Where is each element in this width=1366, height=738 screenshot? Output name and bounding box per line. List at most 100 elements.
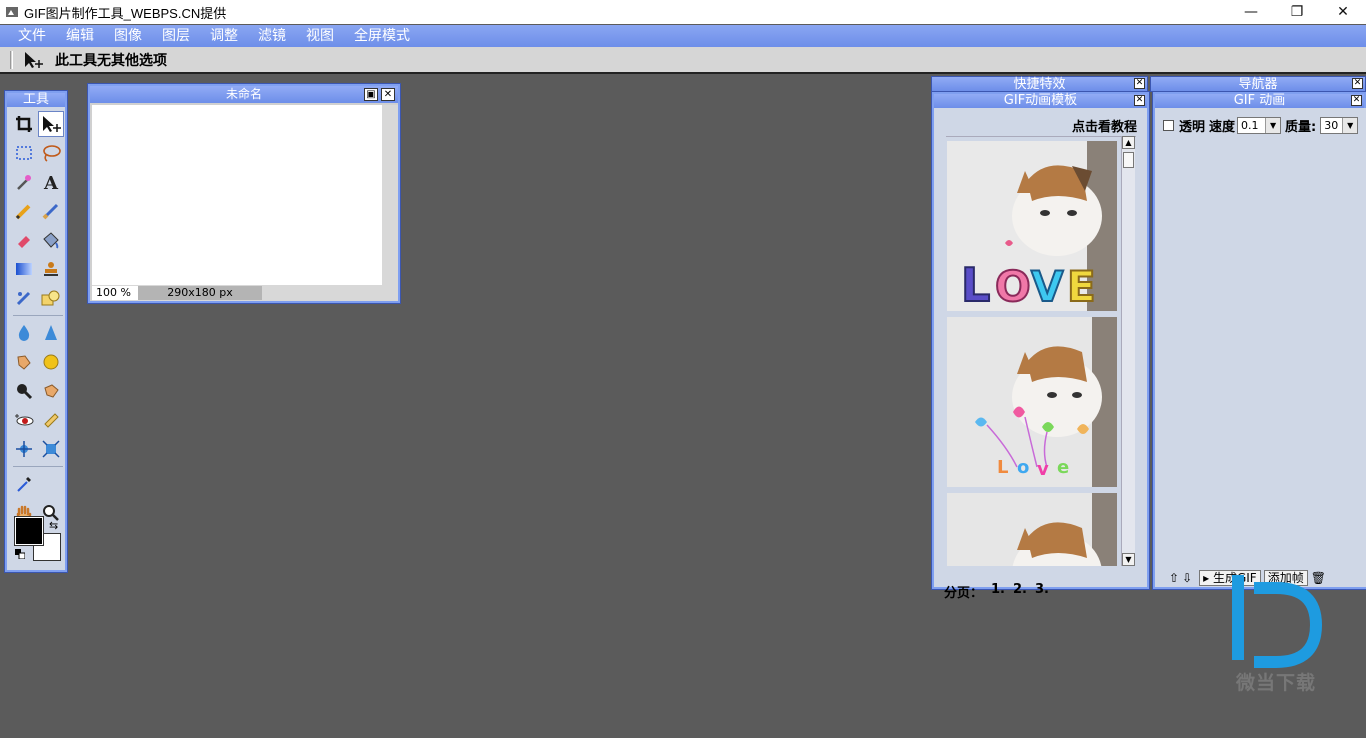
tools-separator bbox=[13, 315, 63, 316]
template-list: L O V E L o v e bbox=[946, 136, 1136, 566]
document-scrollbar[interactable] bbox=[382, 105, 398, 285]
menu-view[interactable]: 视图 bbox=[296, 25, 344, 47]
window-titlebar: GIF图片制作工具_WEBPS.CN提供 — ❐ ✕ bbox=[0, 0, 1366, 24]
tutorial-link[interactable]: 点击看教程 bbox=[1072, 116, 1137, 135]
svg-text:O: O bbox=[995, 262, 1031, 311]
scroll-down-button[interactable]: ▼ bbox=[1122, 553, 1135, 566]
menu-file[interactable]: 文件 bbox=[8, 25, 56, 47]
page-link-1[interactable]: 1. bbox=[991, 582, 1005, 601]
move-tool-icon bbox=[23, 50, 45, 70]
tools-panel-title: 工具 bbox=[7, 93, 65, 107]
gif-animation-body: 透明 速度 0.1 ▼ 质量: 30 ▼ ⇧ ⇩ ▸ 生成GIF 添加帧 🗑 bbox=[1155, 108, 1366, 587]
close-templates-panel-button[interactable]: ✕ bbox=[1134, 95, 1145, 106]
move-frame-down-icon[interactable]: ⇩ bbox=[1182, 571, 1192, 585]
close-button[interactable]: ✕ bbox=[1320, 0, 1366, 24]
pencil-tool-icon[interactable] bbox=[11, 198, 37, 224]
text-tool-icon[interactable]: A bbox=[38, 169, 64, 195]
foreground-color-swatch[interactable] bbox=[15, 517, 43, 545]
canvas-dimensions: 290x180 px bbox=[138, 286, 262, 300]
navigator-panel-header[interactable]: 导航器 ✕ bbox=[1150, 76, 1366, 92]
minimize-button[interactable]: — bbox=[1228, 0, 1274, 24]
svg-text:A: A bbox=[43, 173, 59, 191]
quality-value: 30 bbox=[1324, 119, 1339, 132]
menu-fullscreen[interactable]: 全屏模式 bbox=[344, 25, 420, 47]
close-document-button[interactable]: ✕ bbox=[381, 88, 395, 101]
pan-arrows-tool-icon[interactable] bbox=[11, 436, 37, 462]
options-grip bbox=[10, 50, 13, 69]
healing-tool-icon[interactable] bbox=[11, 285, 37, 311]
gradient-tool-icon[interactable] bbox=[11, 256, 37, 282]
pager-label: 分页： bbox=[944, 586, 984, 601]
crop-tool-icon[interactable] bbox=[11, 111, 37, 137]
color-swatches: ⇆ bbox=[13, 517, 63, 567]
swap-colors-icon[interactable]: ⇆ bbox=[49, 519, 58, 532]
document-canvas[interactable] bbox=[92, 105, 382, 285]
move-frame-up-icon[interactable]: ⇧ bbox=[1169, 571, 1179, 585]
navigator-panel-title: 导航器 bbox=[1238, 77, 1278, 92]
options-bar: 此工具无其他选项 bbox=[0, 47, 1366, 74]
speed-label: 速度 bbox=[1209, 120, 1236, 135]
sharpen-tool-icon[interactable] bbox=[38, 320, 64, 346]
transparent-checkbox[interactable] bbox=[1163, 120, 1174, 131]
scroll-thumb[interactable] bbox=[1123, 152, 1134, 168]
zoom-field[interactable]: 100 % bbox=[92, 286, 138, 300]
document-statusbar: 100 % 290x180 px bbox=[92, 285, 398, 301]
svg-text:e: e bbox=[1057, 457, 1069, 478]
template-thumbnail-hearts[interactable]: L o v e bbox=[947, 317, 1117, 487]
transform-tool-icon[interactable] bbox=[38, 436, 64, 462]
eyedropper-tool-icon[interactable] bbox=[11, 471, 37, 497]
burn-tool-icon[interactable] bbox=[11, 378, 37, 404]
close-animation-panel-button[interactable]: ✕ bbox=[1351, 95, 1362, 106]
bandage-tool-icon[interactable] bbox=[38, 407, 64, 433]
eraser-tool-icon[interactable] bbox=[11, 227, 37, 253]
maximize-document-button[interactable]: ▣ bbox=[364, 88, 378, 101]
gif-animation-panel: GIF 动画 ✕ 透明 速度 0.1 ▼ 质量: 30 ▼ ⇧ ⇩ ▸ 生成GI… bbox=[1153, 92, 1366, 589]
blur-tool-icon[interactable] bbox=[11, 320, 37, 346]
paint-bucket-tool-icon[interactable] bbox=[38, 227, 64, 253]
menu-filter[interactable]: 滤镜 bbox=[248, 25, 296, 47]
move-tool-icon[interactable] bbox=[38, 111, 64, 137]
scroll-up-button[interactable]: ▲ bbox=[1122, 136, 1135, 149]
cat-hearts-image: L o v e bbox=[947, 317, 1117, 487]
sponge-tool-icon[interactable] bbox=[38, 349, 64, 375]
template-pager: 分页： 1. 2. 3. bbox=[944, 582, 1049, 601]
menu-image[interactable]: 图像 bbox=[104, 25, 152, 47]
reset-colors-icon[interactable] bbox=[15, 549, 25, 559]
red-eye-tool-icon[interactable] bbox=[11, 407, 37, 433]
magic-wand-tool-icon[interactable] bbox=[11, 169, 37, 195]
shortcuts-panel-header[interactable]: 快捷特效 ✕ bbox=[931, 76, 1148, 92]
svg-text:o: o bbox=[1017, 457, 1029, 478]
page-link-2[interactable]: 2. bbox=[1013, 582, 1027, 601]
smudge-tool-icon[interactable] bbox=[11, 349, 37, 375]
zoom-value: 100 bbox=[96, 286, 117, 299]
options-text: 此工具无其他选项 bbox=[55, 52, 167, 69]
speed-value: 0.1 bbox=[1241, 119, 1259, 132]
speed-select[interactable]: 0.1 ▼ bbox=[1237, 117, 1282, 134]
svg-text:v: v bbox=[1037, 459, 1049, 480]
cat-third-image bbox=[947, 493, 1117, 566]
lasso-tool-icon[interactable] bbox=[38, 140, 64, 166]
template-thumbnail-love[interactable]: L O V E bbox=[947, 141, 1117, 311]
page-link-3[interactable]: 3. bbox=[1035, 582, 1049, 601]
menu-bar: 文件 编辑 图像 图层 调整 滤镜 视图 全屏模式 bbox=[0, 25, 1366, 47]
gif-animation-header: GIF 动画 ✕ bbox=[1155, 94, 1364, 108]
menu-layer[interactable]: 图层 bbox=[152, 25, 200, 47]
close-navigator-panel-button[interactable]: ✕ bbox=[1352, 78, 1363, 89]
template-thumbnail-third[interactable] bbox=[947, 493, 1117, 566]
quality-select[interactable]: 30 ▼ bbox=[1320, 117, 1359, 134]
stamp-tool-icon[interactable] bbox=[38, 256, 64, 282]
dodge-tool-icon[interactable] bbox=[38, 378, 64, 404]
svg-text:V: V bbox=[1031, 262, 1064, 311]
tools-separator bbox=[13, 466, 63, 467]
animation-settings-row: 透明 速度 0.1 ▼ 质量: 30 ▼ bbox=[1163, 116, 1359, 135]
menu-edit[interactable]: 编辑 bbox=[56, 25, 104, 47]
document-title: 未命名 bbox=[225, 87, 262, 101]
shape-tool-icon[interactable] bbox=[38, 285, 64, 311]
menu-adjust[interactable]: 调整 bbox=[200, 25, 248, 47]
tools-panel: 工具 A ⇆ bbox=[5, 91, 67, 572]
brush-tool-icon[interactable] bbox=[38, 198, 64, 224]
template-scrollbar[interactable]: ▲ ▼ bbox=[1121, 136, 1135, 566]
restore-button[interactable]: ❐ bbox=[1274, 0, 1320, 24]
close-shortcuts-panel-button[interactable]: ✕ bbox=[1134, 78, 1145, 89]
marquee-tool-icon[interactable] bbox=[11, 140, 37, 166]
